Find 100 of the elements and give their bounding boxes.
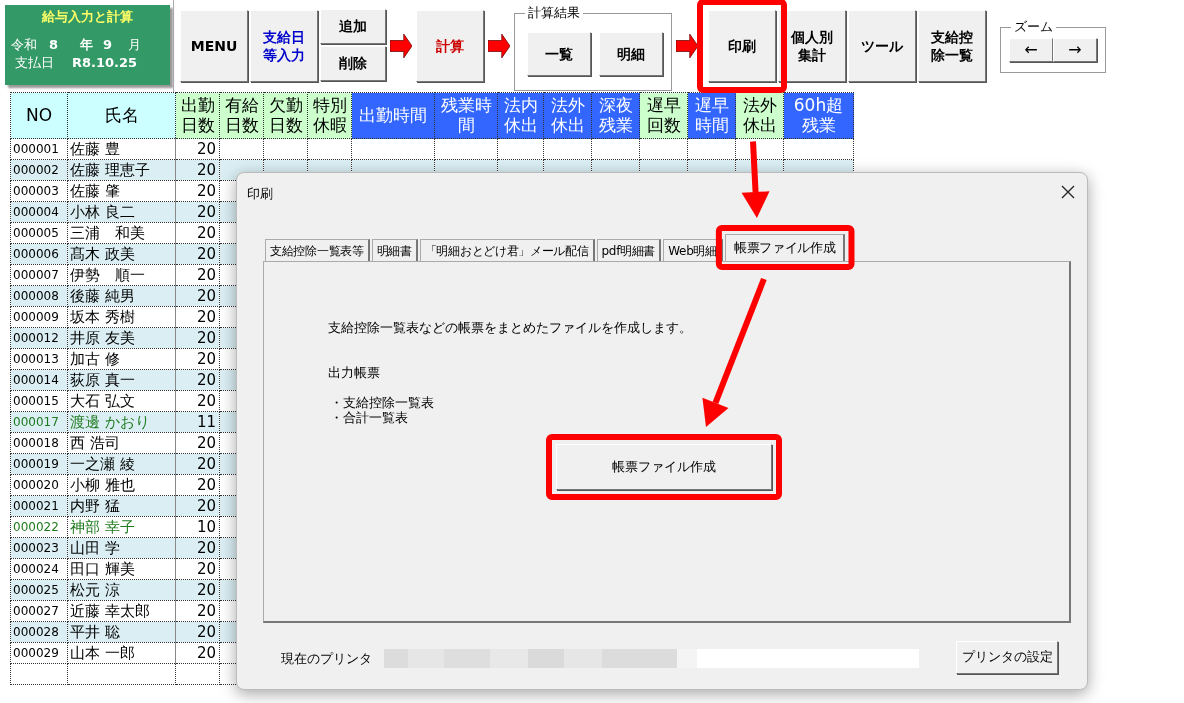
table-cell: 平井 聡	[67, 621, 176, 643]
table-cell: 000019	[10, 453, 68, 475]
table-cell: 髙木 政美	[67, 243, 176, 265]
table-cell: 小柳 雅也	[67, 474, 176, 496]
column-header: 氏名	[67, 92, 176, 139]
column-header: 出勤時間	[351, 92, 435, 139]
table-cell: 神部 幸子	[67, 516, 176, 538]
toolbar-button[interactable]: 追加	[320, 9, 386, 44]
column-header: 有給日数	[219, 92, 264, 139]
table-cell: 000022	[10, 516, 68, 538]
app-title: 給与入力と計算	[40, 8, 134, 26]
table-cell: 000018	[10, 432, 68, 454]
payday-value: R8.10.25	[72, 54, 138, 72]
table-cell: 田口 輝美	[67, 558, 176, 580]
table-cell: 20	[175, 348, 220, 370]
toolbar-button[interactable]: ツール	[848, 10, 916, 82]
table-cell: 渡邊 かおり	[67, 411, 176, 433]
toolbar-button[interactable]: 印刷	[708, 10, 776, 82]
dialog-tab[interactable]: 明細書	[371, 239, 418, 261]
table-cell: 000005	[10, 222, 68, 244]
column-header: 法外休出	[543, 92, 592, 139]
table-cell: 佐藤 肇	[67, 180, 176, 202]
dialog-tab[interactable]: 「明細おとどけ君」メール配信	[419, 239, 595, 261]
table-cell: 20	[175, 432, 220, 454]
dialog-tab[interactable]: pdf明細書	[596, 239, 662, 261]
month-label: 月	[128, 36, 142, 54]
dialog-tab[interactable]: Web明細	[663, 239, 723, 261]
column-header: 法外休出	[735, 92, 784, 139]
table-cell: 000017	[10, 411, 68, 433]
table-cell: 20	[175, 642, 220, 664]
column-header: 残業時間	[434, 92, 498, 139]
table-cell: 坂本 秀樹	[67, 306, 176, 328]
table-cell: 伊勢 順一	[67, 264, 176, 286]
section-heading: 出力帳票	[328, 364, 380, 382]
dialog-tab[interactable]: 支給控除一覧表等	[265, 239, 370, 261]
toolbar-button[interactable]: 明細	[599, 32, 663, 76]
table-cell: 三浦 和美	[67, 222, 176, 244]
list-item: ・支給控除一覧表	[330, 394, 434, 411]
table-cell: 000009	[10, 306, 68, 328]
table-cell: 000021	[10, 495, 68, 517]
table-cell: 荻原 真一	[67, 369, 176, 391]
toolbar-button[interactable]: 個人別集計	[778, 10, 846, 82]
column-header: 欠勤日数	[263, 92, 308, 139]
table-cell: 小林 良二	[67, 201, 176, 223]
create-file-button[interactable]: 帳票ファイル作成	[556, 444, 772, 490]
table-cell: 000012	[10, 327, 68, 349]
toolbar-button[interactable]: 削除	[320, 46, 386, 81]
toolbar-button[interactable]: 支給控除一覧	[918, 10, 986, 82]
table-cell: 000015	[10, 390, 68, 412]
table-cell: 000007	[10, 264, 68, 286]
table-cell: 20	[175, 390, 220, 412]
table-cell: 000001	[10, 138, 68, 160]
column-header: 法内休出	[497, 92, 544, 139]
zoom-button[interactable]: ←	[1009, 38, 1053, 62]
year-value: 8	[49, 36, 59, 54]
table-cell: 000013	[10, 348, 68, 370]
table-cell: 000020	[10, 474, 68, 496]
table-cell: 後藤 純男	[67, 285, 176, 307]
table-cell: 20	[175, 474, 220, 496]
table-cell: 内野 猛	[67, 495, 176, 517]
column-header: 出勤日数	[175, 92, 220, 139]
table-cell: 近藤 幸太郎	[67, 600, 176, 622]
table-cell: 000008	[10, 285, 68, 307]
table-cell: 松元 涼	[67, 579, 176, 601]
table-cell: 20	[175, 558, 220, 580]
zoom-button[interactable]: →	[1053, 38, 1097, 62]
table-cell: 000002	[10, 159, 68, 181]
table-cell: 20	[175, 222, 220, 244]
table-cell: 西 浩司	[67, 432, 176, 454]
table-cell: 20	[175, 264, 220, 286]
table-cell: 000025	[10, 579, 68, 601]
table-cell: 000003	[10, 180, 68, 202]
table-cell: 10	[175, 516, 220, 538]
table-cell: 20	[175, 306, 220, 328]
table-cell: 大石 弘文	[67, 390, 176, 412]
year-label: 年	[80, 36, 94, 54]
table-cell: 20	[175, 180, 220, 202]
table-cell: 000029	[10, 642, 68, 664]
printer-settings-button[interactable]: プリンタの設定	[956, 641, 1058, 674]
month-value: 9	[103, 36, 113, 54]
table-cell: 000006	[10, 243, 68, 265]
toolbar-button[interactable]: 計算	[416, 10, 484, 82]
group-label: 計算結果	[525, 4, 583, 22]
table-cell: 加古 修	[67, 348, 176, 370]
table-cell: 佐藤 理恵子	[67, 159, 176, 181]
dialog-tab[interactable]: 帳票ファイル作成	[724, 234, 846, 261]
column-header: NO	[10, 92, 68, 139]
table-cell: 000023	[10, 537, 68, 559]
table-cell: 20	[175, 600, 220, 622]
toolbar-button[interactable]: MENU	[180, 10, 248, 82]
toolbar-button[interactable]: 一覧	[527, 32, 591, 76]
dialog-title: 印刷	[247, 185, 273, 203]
printer-label: 現在のプリンタ	[281, 650, 372, 668]
table-cell: 000014	[10, 369, 68, 391]
table-cell: 000027	[10, 600, 68, 622]
table-cell: 000028	[10, 621, 68, 643]
table-cell: 000004	[10, 201, 68, 223]
table-cell: 山本 一郎	[67, 642, 176, 664]
description-text: 支給控除一覧表などの帳票をまとめたファイルを作成します。	[328, 319, 692, 337]
toolbar-button[interactable]: 支給日等入力	[250, 10, 318, 82]
